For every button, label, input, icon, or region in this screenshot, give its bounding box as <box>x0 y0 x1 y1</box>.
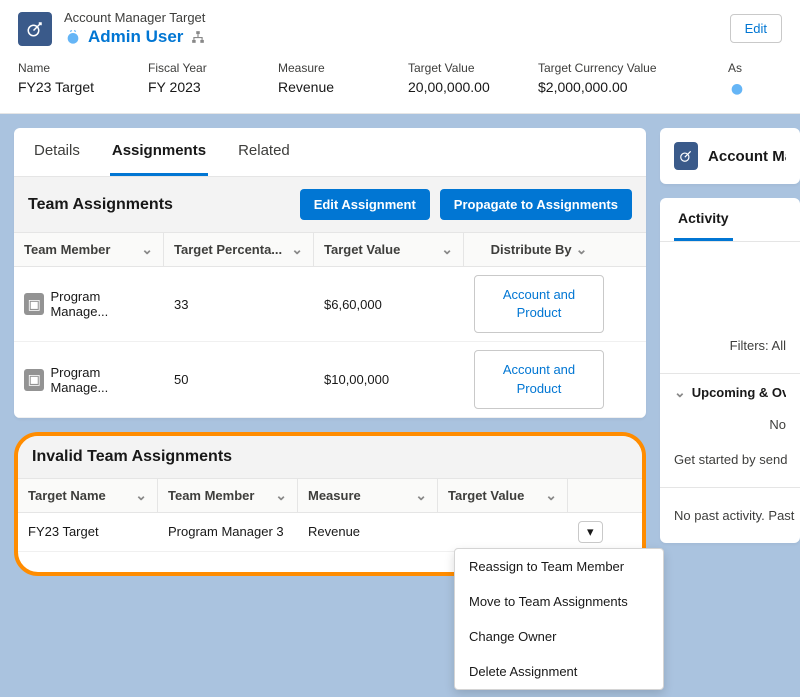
tab-related[interactable]: Related <box>236 128 292 176</box>
cell-val: $6,60,000 <box>314 289 464 320</box>
cell-member: Program Manage... <box>50 289 154 319</box>
cell-target-name: FY23 Target <box>18 516 158 547</box>
cell-measure: Revenue <box>298 516 438 547</box>
cell-member: Program Manage... <box>50 365 154 395</box>
field-measure-label: Measure <box>278 61 358 75</box>
cell-pct: 50 <box>164 364 314 395</box>
chevron-down-icon: ⌄ <box>291 241 303 258</box>
menu-move[interactable]: Move to Team Assignments <box>455 584 663 619</box>
invalid-title: Invalid Team Assignments <box>32 448 232 466</box>
menu-change-owner[interactable]: Change Owner <box>455 619 663 654</box>
field-fy-value: FY 2023 <box>148 79 228 95</box>
upcoming-section[interactable]: ⌄ Upcoming & Ov <box>660 373 800 411</box>
page-header: Account Manager Target Admin User Edit N… <box>0 0 800 114</box>
col-target-pct[interactable]: Target Percenta...⌄ <box>164 233 314 266</box>
hierarchy-icon[interactable] <box>189 28 207 46</box>
record-name-link[interactable]: Admin User <box>88 27 183 47</box>
row-action-button[interactable]: ▾ <box>578 521 603 543</box>
chevron-down-icon: ⌄ <box>415 487 427 504</box>
tab-activity[interactable]: Activity <box>674 198 733 241</box>
no-past-text: No past activity. Past <box>674 508 786 523</box>
field-as-label: As <box>728 61 800 75</box>
field-name-label: Name <box>18 61 98 75</box>
distribute-link[interactable]: Account and Product <box>474 350 604 408</box>
activity-filters[interactable]: Filters: All <box>674 338 786 353</box>
chevron-down-icon: ⌄ <box>576 241 588 258</box>
col-target-value[interactable]: Target Value⌄ <box>438 479 568 512</box>
target-app-icon <box>674 142 698 170</box>
cell-pct: 33 <box>164 289 314 320</box>
team-assignments-title: Team Assignments <box>28 196 173 214</box>
edit-assignment-button[interactable]: Edit Assignment <box>300 189 430 220</box>
object-label: Account Manager Target <box>64 10 207 25</box>
col-target-value[interactable]: Target Value⌄ <box>314 233 464 266</box>
field-tcv-value: $2,000,000.00 <box>538 79 678 95</box>
target-app-icon <box>18 12 52 46</box>
menu-delete[interactable]: Delete Assignment <box>455 654 663 689</box>
clock-icon-small <box>728 79 746 97</box>
col-distribute-by[interactable]: Distribute By⌄ <box>464 233 614 266</box>
field-tv-value: 20,00,000.00 <box>408 79 488 95</box>
cell-target-value <box>438 524 568 540</box>
chevron-down-icon: ⌄ <box>135 487 147 504</box>
row-action-menu: Reassign to Team Member Move to Team Ass… <box>454 548 664 690</box>
propagate-button[interactable]: Propagate to Assignments <box>440 189 632 220</box>
tab-assignments[interactable]: Assignments <box>110 128 208 176</box>
user-icon: ▣ <box>24 369 44 391</box>
field-name-value: FY23 Target <box>18 79 98 95</box>
cell-member: Program Manager 3 <box>158 516 298 547</box>
side-card-title: Account Mar <box>708 148 786 165</box>
get-started-text: Get started by send <box>674 452 786 467</box>
chevron-down-icon: ⌄ <box>674 384 686 401</box>
table-row: ▣ Program Manage... 33 $6,60,000 Account … <box>14 267 646 342</box>
distribute-link[interactable]: Account and Product <box>474 275 604 333</box>
tab-bar: Details Assignments Related <box>14 128 646 177</box>
user-icon: ▣ <box>24 293 44 315</box>
tab-details[interactable]: Details <box>32 128 82 176</box>
field-tcv-label: Target Currency Value <box>538 61 678 75</box>
chevron-down-icon: ⌄ <box>275 487 287 504</box>
field-tv-label: Target Value <box>408 61 488 75</box>
col-team-member[interactable]: Team Member⌄ <box>158 479 298 512</box>
table-row: ▣ Program Manage... 50 $10,00,000 Account… <box>14 342 646 417</box>
chevron-down-icon: ⌄ <box>441 241 453 258</box>
no-activity-text: No <box>674 417 786 432</box>
clock-icon <box>64 28 82 46</box>
menu-reassign[interactable]: Reassign to Team Member <box>455 549 663 584</box>
table-row: FY23 Target Program Manager 3 Revenue ▾ <box>18 513 642 552</box>
field-measure-value: Revenue <box>278 79 358 95</box>
chevron-down-icon: ⌄ <box>545 487 557 504</box>
col-target-name[interactable]: Target Name⌄ <box>18 479 158 512</box>
field-fy-label: Fiscal Year <box>148 61 228 75</box>
chevron-down-icon: ⌄ <box>141 241 153 258</box>
edit-button[interactable]: Edit <box>730 14 782 43</box>
cell-val: $10,00,000 <box>314 364 464 395</box>
col-measure[interactable]: Measure⌄ <box>298 479 438 512</box>
col-team-member[interactable]: Team Member⌄ <box>14 233 164 266</box>
